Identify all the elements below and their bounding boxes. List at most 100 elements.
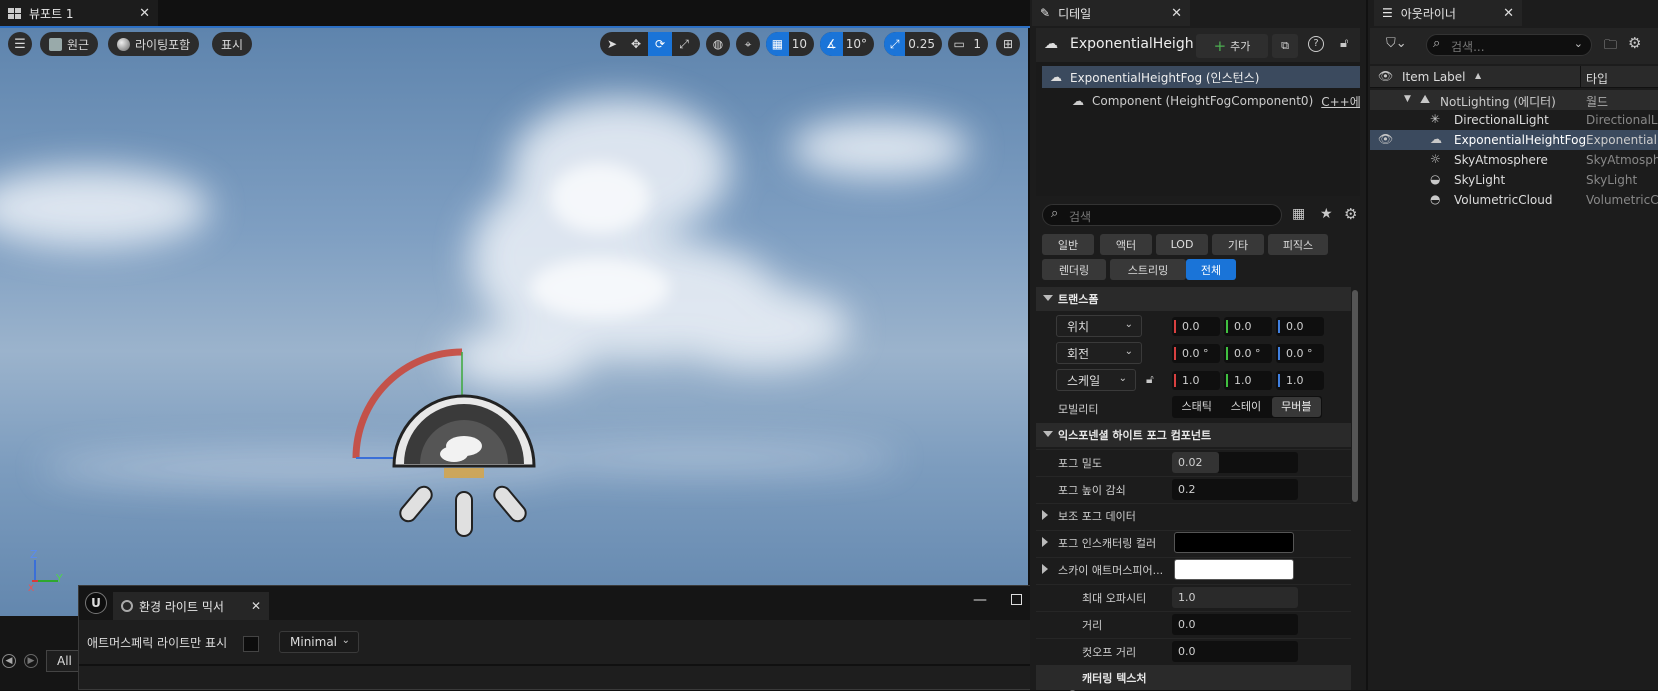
fog-inscattering-color-label[interactable]: 포그 인스캐터링 컬러 <box>1058 535 1156 551</box>
scale-y[interactable]: 1.0 <box>1224 371 1272 390</box>
filter-icon[interactable]: ⛉⌄ <box>1386 36 1407 51</box>
volumetric-cloud-name[interactable]: VolumetricCloud <box>1454 193 1552 207</box>
select-tool-icon[interactable]: ➤ <box>600 32 624 56</box>
star-icon[interactable]: ★ <box>1320 206 1333 222</box>
filter-rendering[interactable]: 렌더링 <box>1042 259 1106 280</box>
rotation-z[interactable]: 0.0 ° <box>1276 344 1324 363</box>
surface-snap-toggle[interactable]: ⌖ <box>736 32 760 56</box>
show-button[interactable]: 표시 <box>212 32 253 56</box>
back-icon[interactable]: ◀ <box>2 654 16 668</box>
table-view-icon[interactable]: ▦ <box>1292 206 1305 222</box>
sky-atmosphere-label[interactable]: 스카이 애트머스피어... <box>1058 562 1163 578</box>
close-icon[interactable]: ✕ <box>139 6 150 21</box>
mixer-tab[interactable]: 환경 라이트 믹서 ✕ <box>113 592 269 620</box>
perspective-button[interactable]: 원근 <box>40 32 99 56</box>
close-icon[interactable]: ✕ <box>1171 6 1182 21</box>
fog-density-field[interactable]: 0.02 <box>1172 452 1298 473</box>
fog-inscattering-color-swatch[interactable] <box>1174 532 1294 553</box>
move-tool-icon[interactable]: ✥ <box>624 32 648 56</box>
filter-all[interactable]: 전체 <box>1186 259 1236 280</box>
close-icon[interactable]: ✕ <box>251 599 261 613</box>
sky-light-name[interactable]: SkyLight <box>1454 173 1505 187</box>
col-type[interactable]: 타입 <box>1586 70 1608 87</box>
tree-root-row[interactable]: ☁ ExponentialHeightFog (인스턴스) <box>1042 66 1360 88</box>
mixer-view-dropdown[interactable]: Minimal ⌄ <box>279 631 359 653</box>
visibility-column-icon[interactable]: 👁︎ <box>1378 69 1393 83</box>
location-mode-dropdown[interactable]: 위치 ⌄ <box>1056 315 1142 337</box>
viewport-tab[interactable]: 뷰포트 1 ✕ <box>0 0 158 26</box>
layout-button[interactable]: ⊞ <box>996 32 1020 56</box>
details-search-input[interactable]: ⌕ 검색 <box>1042 204 1282 226</box>
scale-x[interactable]: 1.0 <box>1172 371 1220 390</box>
grid-snap-value[interactable]: 10 <box>789 37 814 51</box>
rotate-tool-icon[interactable]: ⟳ <box>648 32 672 56</box>
blueprint-button[interactable]: ⧉ <box>1272 34 1298 58</box>
camera-speed-value[interactable]: 1 <box>970 37 988 51</box>
scale-lock-icon[interactable]: 🔓︎ <box>1146 372 1154 387</box>
second-fog-data-label[interactable]: 보조 포그 데이터 <box>1058 508 1136 524</box>
filter-misc[interactable]: 기타 <box>1212 234 1264 255</box>
gear-icon[interactable]: ⚙ <box>1344 205 1357 223</box>
start-distance-field[interactable]: 0.0 <box>1172 614 1298 635</box>
filter-physics[interactable]: 피직스 <box>1268 234 1328 255</box>
location-y[interactable]: 0.0 <box>1224 317 1272 336</box>
mobility-static[interactable]: 스태틱 <box>1172 396 1221 418</box>
location-x-value: 0.0 <box>1182 320 1200 333</box>
outliner-tab[interactable]: ☰ 아웃라이너 ✕ <box>1374 0 1522 26</box>
new-folder-icon[interactable]: 🗀︎ <box>1604 36 1617 58</box>
maximize-icon[interactable] <box>1011 594 1022 605</box>
tree-component-row[interactable]: ☁ Component (HeightFogComponent0) C++에서 … <box>1042 90 1360 112</box>
max-opacity-field[interactable]: 1.0 <box>1172 587 1298 608</box>
actor-name[interactable]: ExponentialHeigh <box>1070 36 1194 52</box>
rotation-mode-dropdown[interactable]: 회전 ⌄ <box>1056 342 1142 364</box>
atmospheric-only-checkbox[interactable] <box>243 636 259 652</box>
gear-icon[interactable]: ⚙ <box>1628 34 1641 52</box>
angle-snap-icon[interactable]: ∡ <box>820 32 843 56</box>
viewport-menu-button[interactable]: ☰ <box>8 32 32 56</box>
mobility-movable[interactable]: 무버블 <box>1271 397 1321 417</box>
scale-snap-icon[interactable]: ⤢ <box>884 32 906 56</box>
grid-snap-icon[interactable]: ▦ <box>766 32 789 56</box>
details-scrollbar[interactable] <box>1352 290 1358 502</box>
add-component-button[interactable]: + 추가 <box>1196 34 1268 58</box>
inscattering-texture-label[interactable]: 캐터링 텍스처 <box>1082 670 1147 686</box>
lock-icon[interactable]: 🔓︎ <box>1340 36 1348 51</box>
cutoff-distance-field[interactable]: 0.0 <box>1172 641 1298 662</box>
location-x[interactable]: 0.0 <box>1172 317 1220 336</box>
scale-tool-icon[interactable]: ⤢ <box>672 32 696 56</box>
minimize-icon[interactable]: — <box>973 592 987 608</box>
outliner-search-input[interactable]: ⌕ 검색... ⌄ <box>1426 34 1592 56</box>
filter-lod[interactable]: LOD <box>1156 234 1208 255</box>
rotation-y[interactable]: 0.0 ° <box>1224 344 1272 363</box>
section-fog-component[interactable]: 익스포넨셜 하이트 포그 컴포넌트 <box>1036 423 1351 447</box>
scale-snap-value[interactable]: 0.25 <box>905 37 942 51</box>
filter-actor[interactable]: 액터 <box>1100 234 1152 255</box>
section-transform[interactable]: 트랜스폼 <box>1036 287 1351 311</box>
help-icon[interactable]: ? <box>1308 36 1324 52</box>
mobility-stationary[interactable]: 스테이 <box>1221 396 1270 418</box>
expand-icon[interactable]: ▼ <box>1404 94 1411 104</box>
rotation-x[interactable]: 0.0 ° <box>1172 344 1220 363</box>
sky-atmosphere-color-swatch[interactable] <box>1174 559 1294 580</box>
view-mode-button[interactable]: 라이팅포함 <box>108 32 200 56</box>
camera-icon[interactable]: ▭ <box>948 32 970 56</box>
details-tab[interactable]: ✎ 디테일 ✕ <box>1032 0 1190 26</box>
close-icon[interactable]: ✕ <box>1503 6 1514 21</box>
scale-z[interactable]: 1.0 <box>1276 371 1324 390</box>
forward-icon[interactable]: ▶ <box>24 654 38 668</box>
scale-mode-dropdown[interactable]: 스케일 ⌄ <box>1056 369 1136 391</box>
eye-icon[interactable]: 👁︎ <box>1378 132 1393 146</box>
filter-all-button[interactable]: All <box>46 650 80 672</box>
sky-atmosphere-name[interactable]: SkyAtmosphere <box>1454 153 1548 167</box>
fog-height-falloff-field[interactable]: 0.2 <box>1172 479 1298 500</box>
viewport-scene[interactable]: Z Y X <box>0 28 1028 616</box>
directional-light-name[interactable]: DirectionalLight <box>1454 113 1549 127</box>
col-item-label[interactable]: Item Label <box>1402 70 1466 84</box>
filter-general[interactable]: 일반 <box>1042 234 1094 255</box>
height-fog-name[interactable]: ExponentialHeightFog <box>1454 133 1586 147</box>
world-local-toggle[interactable]: ◍ <box>706 32 730 56</box>
height-fog-gizmo[interactable] <box>350 346 550 546</box>
rotation-snap-value[interactable]: 10° <box>843 37 874 51</box>
location-z[interactable]: 0.0 <box>1276 317 1324 336</box>
filter-streaming[interactable]: 스트리밍 <box>1110 259 1186 280</box>
